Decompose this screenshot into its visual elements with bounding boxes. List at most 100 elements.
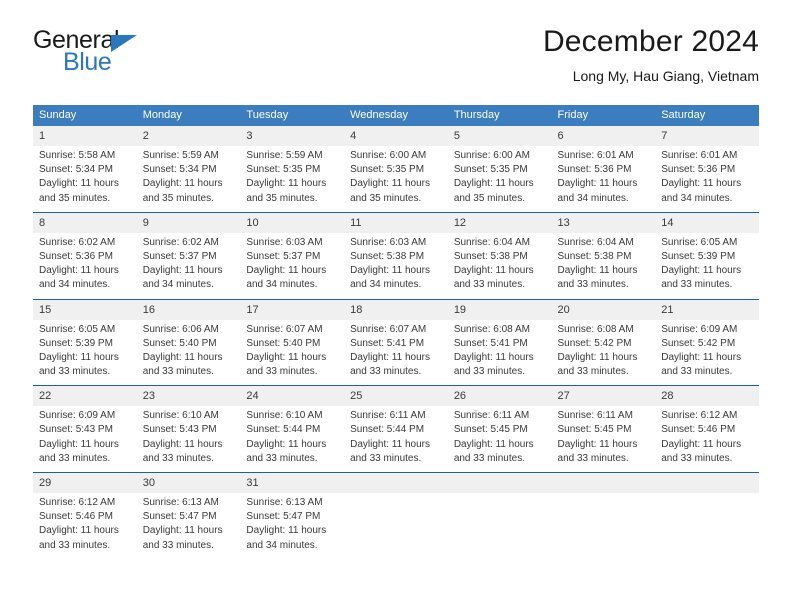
- general-blue-logo[interactable]: General Blue: [33, 28, 253, 90]
- day-daylight2-text: and 34 minutes.: [246, 279, 318, 291]
- day-daylight2-text: and 34 minutes.: [246, 539, 318, 551]
- day-daylight2-text: and 33 minutes.: [39, 452, 111, 464]
- day-number[interactable]: 19: [447, 298, 552, 320]
- calendar-body: 1 2 3 4 5 6 7 Sunrise: 5:58 AM Sunset: 5:34 PM Da…: [33, 126, 759, 559]
- day-daylight2-text: and 33 minutes.: [246, 366, 318, 378]
- day-number[interactable]: 25: [344, 385, 448, 407]
- day-daylight2-text: and 33 minutes.: [661, 452, 733, 464]
- day-number[interactable]: 17: [240, 298, 345, 320]
- day-sunrise-text: Sunrise: 6:05 AM: [39, 323, 116, 335]
- day-number[interactable]: 22: [33, 385, 137, 407]
- day-sunrise-text: Sunrise: 6:00 AM: [453, 150, 530, 161]
- day-number[interactable]: 29: [33, 472, 137, 493]
- day-sun-info: Sunrise: 5:59 AM Sunset: 5:35 PM Daylight:…: [240, 146, 345, 213]
- day-sunset-text: Sunset: 5:37 PM: [142, 250, 217, 262]
- day-sunset-text: Sunset: 5:35 PM: [453, 164, 528, 176]
- day-sun-info: Sunrise: 6:06 AM Sunset: 5:40 PM Daylight:…: [136, 319, 241, 386]
- day-number[interactable]: 8: [33, 211, 137, 233]
- day-sunset-text: Sunset: 5:41 PM: [453, 337, 528, 349]
- day-sunrise-text: Sunrise: 6:08 AM: [557, 323, 634, 335]
- day-sunrise-text: Sunrise: 6:07 AM: [246, 323, 323, 335]
- day-number[interactable]: 21: [655, 298, 759, 320]
- day-sun-info: Sunrise: 6:03 AM Sunset: 5:37 PM Daylight:…: [240, 232, 345, 299]
- day-sun-info: Sunrise: 6:04 AM Sunset: 5:38 PM Daylight:…: [551, 232, 656, 299]
- day-daylight1-text: Daylight: 11 hours: [350, 438, 430, 450]
- day-number[interactable]: 14: [655, 211, 759, 233]
- day-daylight2-text: and 35 minutes.: [350, 192, 422, 204]
- day-number[interactable]: 16: [136, 298, 241, 320]
- day-number[interactable]: 7: [655, 126, 759, 146]
- day-number[interactable]: 20: [551, 298, 656, 320]
- day-sunset-text: Sunset: 5:42 PM: [661, 337, 736, 349]
- day-daylight1-text: Daylight: 11 hours: [246, 351, 327, 363]
- day-number[interactable]: 31: [240, 472, 345, 493]
- day-number[interactable]: 5: [447, 126, 552, 146]
- day-daylight1-text: Daylight: 11 hours: [453, 265, 534, 277]
- day-sunset-text: Sunset: 5:34 PM: [39, 164, 113, 176]
- day-number[interactable]: 28: [655, 385, 759, 407]
- day-daylight1-text: Daylight: 11 hours: [39, 525, 119, 537]
- day-number[interactable]: 24: [240, 385, 345, 407]
- day-sun-info: Sunrise: 6:05 AM Sunset: 5:39 PM Daylight:…: [33, 319, 137, 386]
- day-daylight1-text: Daylight: 11 hours: [350, 351, 430, 363]
- day-number[interactable]: 27: [551, 385, 656, 407]
- day-number[interactable]: 26: [447, 385, 552, 407]
- day-number[interactable]: 4: [344, 126, 448, 146]
- day-sunrise-text: Sunrise: 6:12 AM: [661, 410, 738, 422]
- day-daylight1-text: Daylight: 11 hours: [453, 178, 534, 190]
- day-daylight1-text: Daylight: 11 hours: [142, 265, 223, 277]
- day-sunset-text: Sunset: 5:43 PM: [39, 424, 113, 436]
- day-sunset-text: Sunset: 5:45 PM: [453, 424, 528, 436]
- week-info-row: Sunrise: 6:09 AM Sunset: 5:43 PM Daylight:…: [33, 406, 759, 473]
- day-sunrise-text: Sunrise: 6:04 AM: [557, 236, 634, 248]
- day-sunset-text: Sunset: 5:46 PM: [39, 511, 113, 523]
- day-number[interactable]: 3: [240, 126, 345, 146]
- day-sunrise-text: Sunrise: 6:04 AM: [453, 236, 530, 248]
- calendar-head: Sunday Monday Tuesday Wednesday Thursday…: [33, 105, 759, 126]
- empty-day-cell: [447, 472, 552, 493]
- day-number[interactable]: 6: [551, 126, 656, 146]
- day-daylight2-text: and 33 minutes.: [661, 366, 733, 378]
- day-number[interactable]: 2: [136, 126, 241, 146]
- empty-day-cell: [344, 472, 448, 493]
- day-number[interactable]: 11: [344, 211, 448, 233]
- day-daylight2-text: and 33 minutes.: [453, 452, 525, 464]
- day-number[interactable]: 1: [33, 126, 137, 146]
- day-sun-info: Sunrise: 6:08 AM Sunset: 5:42 PM Daylight:…: [551, 319, 656, 386]
- day-number[interactable]: 23: [136, 385, 241, 407]
- day-sunset-text: Sunset: 5:38 PM: [453, 250, 528, 262]
- day-number[interactable]: 12: [447, 211, 552, 233]
- day-number[interactable]: 30: [136, 472, 241, 493]
- day-number[interactable]: 18: [344, 298, 448, 320]
- day-sunrise-text: Sunrise: 5:59 AM: [246, 150, 323, 161]
- day-sunrise-text: Sunrise: 6:06 AM: [142, 323, 219, 335]
- day-sun-info: Sunrise: 6:08 AM Sunset: 5:41 PM Daylight:…: [447, 319, 552, 386]
- day-daylight2-text: and 33 minutes.: [142, 366, 214, 378]
- day-number[interactable]: 13: [551, 211, 656, 233]
- day-number[interactable]: 10: [240, 211, 345, 233]
- day-sunset-text: Sunset: 5:35 PM: [246, 164, 321, 176]
- day-daylight2-text: and 34 minutes.: [350, 279, 422, 291]
- day-daylight2-text: and 35 minutes.: [39, 192, 111, 204]
- title-block: December 2024 Long My, Hau Giang, Vietna…: [543, 24, 759, 85]
- day-sunrise-text: Sunrise: 5:58 AM: [39, 150, 116, 161]
- day-daylight2-text: and 33 minutes.: [453, 366, 525, 378]
- day-sun-info: Sunrise: 6:00 AM Sunset: 5:35 PM Daylight:…: [447, 146, 552, 213]
- day-number[interactable]: 15: [33, 298, 137, 320]
- day-daylight1-text: Daylight: 11 hours: [557, 438, 638, 450]
- day-daylight2-text: and 33 minutes.: [39, 366, 111, 378]
- day-sun-info: Sunrise: 6:10 AM Sunset: 5:43 PM Daylight:…: [136, 406, 241, 473]
- day-sun-info: Sunrise: 6:13 AM Sunset: 5:47 PM Daylight:…: [136, 493, 241, 559]
- day-sun-info: Sunrise: 6:02 AM Sunset: 5:37 PM Daylight:…: [136, 232, 241, 299]
- day-sun-info: Sunrise: 5:58 AM Sunset: 5:34 PM Daylight:…: [33, 146, 137, 213]
- day-daylight1-text: Daylight: 11 hours: [246, 525, 327, 537]
- day-sunrise-text: Sunrise: 6:08 AM: [453, 323, 530, 335]
- day-sunrise-text: Sunrise: 6:13 AM: [246, 497, 323, 508]
- day-daylight1-text: Daylight: 11 hours: [39, 265, 119, 277]
- weekday-header-row: Sunday Monday Tuesday Wednesday Thursday…: [33, 105, 759, 126]
- day-daylight2-text: and 34 minutes.: [557, 192, 629, 204]
- day-sunset-text: Sunset: 5:47 PM: [246, 511, 321, 523]
- day-sunrise-text: Sunrise: 6:10 AM: [142, 410, 219, 422]
- day-number[interactable]: 9: [136, 211, 241, 233]
- day-daylight1-text: Daylight: 11 hours: [246, 265, 327, 277]
